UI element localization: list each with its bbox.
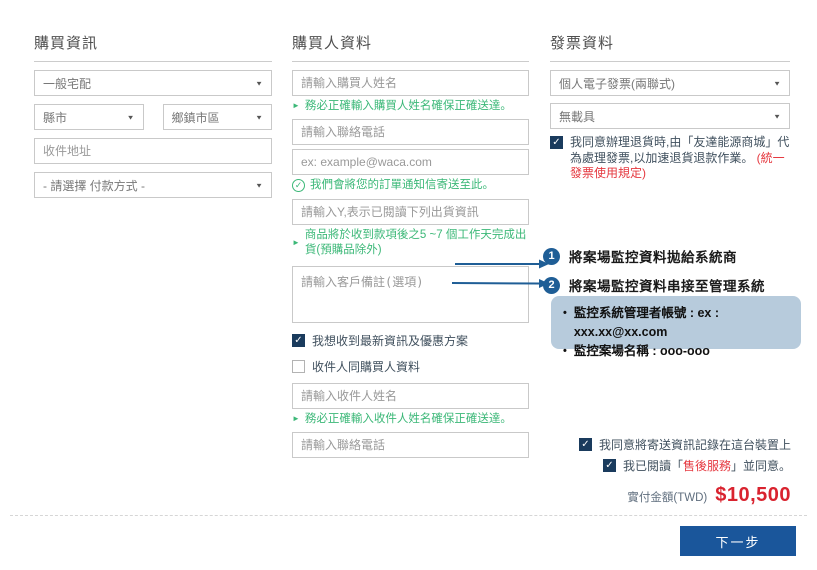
device-record-checkbox[interactable]: ✓ (579, 438, 592, 451)
callout-2-text: 將案場監控資料串接至管理系統 (569, 275, 765, 295)
invoice-info-section: 發票資料 個人電子發票(兩聯式) ▼ 無載具 ▼ ✓ 我同意辦理退貨時,由「友達… (550, 32, 790, 182)
return-agree-row: ✓ 我同意辦理退貨時,由「友達能源商城」代為處理發票,以加速退貨退款作業。 (統… (550, 135, 790, 182)
number-1-badge: 1 (543, 248, 560, 265)
buyer-name-input[interactable] (292, 70, 529, 96)
after-service-link[interactable]: 售後服務 (683, 459, 731, 473)
newsletter-checkbox[interactable]: ✓ (292, 334, 305, 347)
invoice-type-value: 個人電子發票(兩聯式) (559, 75, 675, 92)
buyer-info-title: 購買人資料 (292, 32, 529, 62)
total-amount-value: $10,500 (715, 484, 791, 507)
bullet-icon: • (563, 304, 567, 342)
chevron-down-icon: ▼ (127, 113, 135, 120)
invoice-type-select[interactable]: 個人電子發票(兩聯式) ▼ (550, 70, 790, 96)
buyer-phone-input[interactable] (292, 119, 529, 145)
buyer-email-input[interactable] (292, 149, 529, 175)
newsletter-label: 我想收到最新資訊及優惠方案 (312, 332, 468, 349)
chevron-down-icon: ▼ (255, 113, 263, 120)
chevron-down-icon: ▼ (773, 79, 781, 86)
next-step-button[interactable]: 下一步 (680, 526, 796, 556)
carrier-select[interactable]: 無載具 ▼ (550, 103, 790, 129)
monitoring-info-box: • 監控系統管理者帳號 : ex : xxx.xx@xx.com • 監控案場名… (551, 296, 801, 349)
buyer-name-note: ► 務必正確輸入購買人姓名確保正確送達。 (292, 100, 529, 112)
recipient-name-input[interactable] (292, 383, 529, 409)
district-select[interactable]: 鄉鎮市區 ▼ (163, 104, 273, 130)
same-as-buyer-label: 收件人同購買人資料 (312, 358, 420, 375)
monitoring-site-line: • 監控案場名稱 : ooo-ooo (563, 342, 791, 361)
buyer-info-section: 購買人資料 ► 務必正確輸入購買人姓名確保正確送達。 ✓ 我們會將您的訂單通知信… (292, 32, 529, 458)
county-select[interactable]: 縣市 ▼ (34, 104, 144, 130)
arrow-marker-icon: ► (292, 237, 300, 249)
same-as-buyer-checkbox-row: 收件人同購買人資料 (292, 358, 529, 375)
purchase-info-title: 購買資訊 (34, 32, 272, 62)
payment-method-value: - 請選擇 付款方式 - (43, 177, 145, 194)
monitoring-account-line: • 監控系統管理者帳號 : ex : xxx.xx@xx.com (563, 304, 791, 342)
carrier-value: 無載具 (559, 108, 595, 125)
read-confirm-input[interactable] (292, 199, 529, 225)
county-value: 縣市 (43, 109, 67, 126)
address-input[interactable] (34, 138, 272, 164)
chevron-down-icon: ▼ (773, 112, 781, 119)
callout-1-text: 將案場監控資料拋給系統商 (569, 246, 737, 266)
email-note: ✓ 我們會將您的訂單通知信寄送至此。 (292, 179, 529, 192)
chevron-down-icon: ▼ (255, 181, 263, 188)
bullet-icon: • (563, 342, 567, 361)
after-service-label: 我已閱讀「售後服務」並同意。 (623, 457, 791, 474)
invoice-info-title: 發票資料 (550, 32, 790, 62)
return-agree-text: 我同意辦理退貨時,由「友達能源商城」代為處理發票,以加速退貨退款作業。 (統一發… (570, 135, 790, 182)
district-value: 鄉鎮市區 (172, 109, 220, 126)
chevron-down-icon: ▼ (255, 79, 263, 86)
recipient-name-note: ► 務必正確輸入收件人姓名確保正確送達。 (292, 413, 529, 425)
total-amount-label: 實付金額(TWD) (627, 489, 707, 505)
same-as-buyer-checkbox[interactable] (292, 360, 305, 373)
recipient-phone-input[interactable] (292, 432, 529, 458)
shipping-method-value: 一般宅配 (43, 75, 91, 92)
number-2-badge: 2 (543, 277, 560, 294)
payment-method-select[interactable]: - 請選擇 付款方式 - ▼ (34, 172, 272, 198)
bottom-divider (10, 515, 807, 516)
callout-2: 2 將案場監控資料串接至管理系統 (543, 275, 765, 295)
shipping-method-select[interactable]: 一般宅配 ▼ (34, 70, 272, 96)
check-circle-icon: ✓ (292, 179, 305, 192)
callout-arrows (445, 255, 555, 293)
device-record-label: 我同意將寄送資訊記錄在這台裝置上 (599, 436, 791, 453)
device-record-checkbox-row: ✓ 我同意將寄送資訊記錄在這台裝置上 (579, 436, 791, 453)
region-row: 縣市 ▼ 鄉鎮市區 ▼ (34, 104, 272, 130)
newsletter-checkbox-row: ✓ 我想收到最新資訊及優惠方案 (292, 332, 529, 349)
after-service-checkbox-row: ✓ 我已閱讀「售後服務」並同意。 (603, 457, 791, 474)
purchase-info-section: 購買資訊 一般宅配 ▼ 縣市 ▼ 鄉鎮市區 ▼ - 請選擇 付款方式 - ▼ (34, 32, 272, 198)
shipping-lead-time-note: ► 商品將於收到款項後之5 ~7 個工作天完成出貨(預購品除外) (292, 228, 529, 258)
total-amount-row: 實付金額(TWD) $10,500 (627, 484, 791, 507)
arrow-marker-icon: ► (292, 100, 300, 112)
checkout-page: 購買資訊 一般宅配 ▼ 縣市 ▼ 鄉鎮市區 ▼ - 請選擇 付款方式 - ▼ 購… (0, 0, 817, 570)
arrow-marker-icon: ► (292, 413, 300, 425)
after-service-checkbox[interactable]: ✓ (603, 459, 616, 472)
return-agree-checkbox[interactable]: ✓ (550, 136, 563, 149)
callout-1: 1 將案場監控資料拋給系統商 (543, 246, 737, 266)
